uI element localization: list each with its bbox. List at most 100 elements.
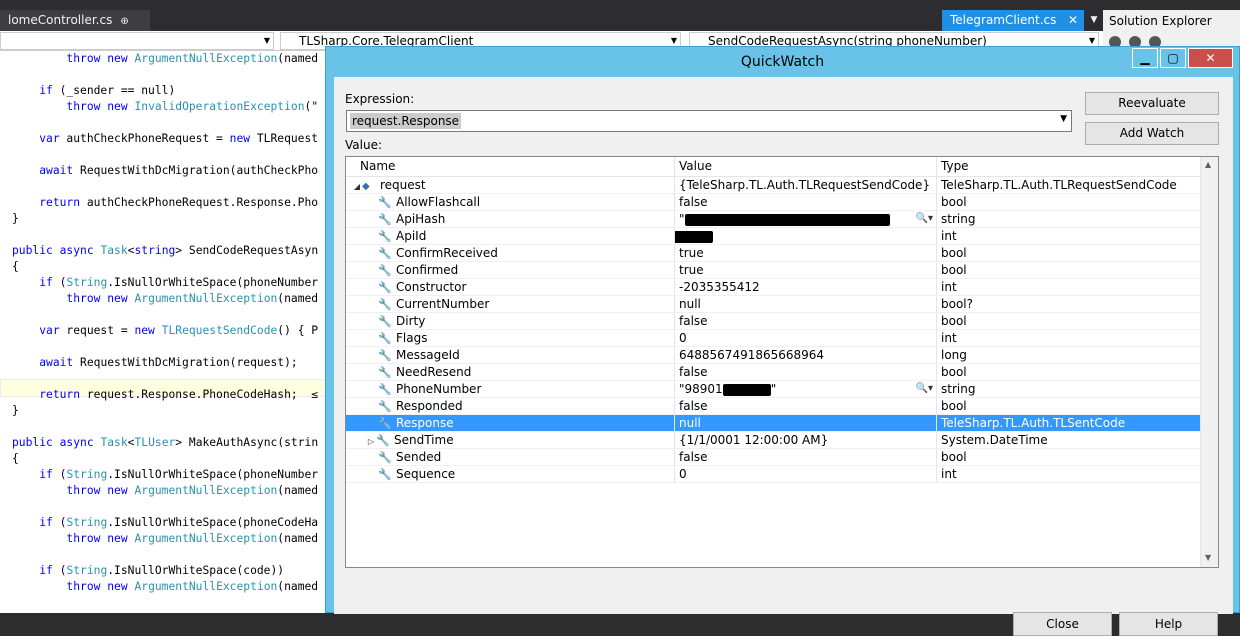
wrench-icon: 🔧 <box>378 332 392 345</box>
grid-row[interactable]: 🔧 PhoneNumber "98901 " 🔍▾ string <box>346 381 1201 398</box>
cell-value: true <box>675 245 937 262</box>
grid-row[interactable]: 🔧 CurrentNumber null bool? <box>346 296 1201 313</box>
property-type: bool <box>941 450 967 464</box>
close-window-button[interactable]: ✕ <box>1188 48 1233 68</box>
code-line: await RequestWithDcMigration(request); <box>39 356 298 369</box>
property-value: false <box>679 365 708 379</box>
project-dropdown[interactable]: ▼ <box>0 32 274 50</box>
reevaluate-button[interactable]: Reevaluate <box>1085 92 1219 115</box>
column-name[interactable]: Name <box>346 157 675 176</box>
grid-header: Name Value Type <box>346 157 1201 177</box>
grid-row[interactable]: 🔧 Flags 0 int <box>346 330 1201 347</box>
code-editor[interactable]: throw new ArgumentNullException(named if… <box>0 51 330 613</box>
cell-value: "98901 " 🔍▾ <box>675 381 937 398</box>
property-value: 0 <box>679 467 687 481</box>
cell-value <box>675 228 937 245</box>
code-line: if (String.IsNullOrWhiteSpace(phoneNumbe… <box>39 468 319 481</box>
expression-input[interactable]: request.Response ▼ <box>346 110 1072 132</box>
help-button[interactable]: Help <box>1119 612 1218 636</box>
magnifier-icon[interactable]: 🔍▾ <box>916 381 933 397</box>
chevron-down-icon[interactable]: ▼ <box>1060 114 1067 124</box>
cell-name: 🔧 PhoneNumber <box>346 381 675 398</box>
property-type: bool <box>941 365 967 379</box>
grid-row[interactable]: 🔧 Dirty false bool <box>346 313 1201 330</box>
grid-row[interactable]: 🔧 ApiId int <box>346 228 1201 245</box>
property-value: false <box>679 195 708 209</box>
property-name: SendTime <box>394 433 454 447</box>
grid-row[interactable]: 🔧 Responded false bool <box>346 398 1201 415</box>
property-value: false <box>679 399 708 413</box>
grid-row[interactable]: 🔧 Sended false bool <box>346 449 1201 466</box>
property-name: Dirty <box>396 314 426 328</box>
column-value[interactable]: Value <box>675 157 937 176</box>
tab-label: lomeController.cs <box>8 13 113 27</box>
property-type: bool? <box>941 297 974 311</box>
property-name: request <box>380 178 426 192</box>
property-type: bool <box>941 399 967 413</box>
cell-value: false <box>675 449 937 466</box>
tab-home-controller[interactable]: lomeController.cs ⊕ <box>0 10 150 31</box>
grid-row[interactable]: 🔧 AllowFlashcall false bool <box>346 194 1201 211</box>
grid-row[interactable]: 🔧 ConfirmReceived true bool <box>346 245 1201 262</box>
cell-value: {TeleSharp.TL.Auth.TLRequestSendCode} <box>675 177 937 194</box>
add-watch-button[interactable]: Add Watch <box>1085 122 1219 145</box>
tab-dropdown-icon[interactable]: ▼ <box>1087 12 1101 28</box>
grid-row[interactable]: ◢ ◆ request {TeleSharp.TL.Auth.TLRequestSen… <box>346 177 1201 194</box>
expand-icon[interactable]: ▷ <box>366 434 376 448</box>
collapse-icon[interactable]: ◢ <box>352 179 362 193</box>
grid-row[interactable]: 🔧 MessageId 6488567491865668964 long <box>346 347 1201 364</box>
grid-row[interactable]: ▷ 🔧 SendTime {1/1/0001 12:00:00 AM} System.D… <box>346 432 1201 449</box>
property-type: int <box>941 467 957 481</box>
property-type: int <box>941 229 957 243</box>
redaction-mark <box>684 213 890 226</box>
code-line: await RequestWithDcMigration(authCheckPh… <box>39 164 319 177</box>
cell-name: 🔧 ConfirmReceived <box>346 245 675 262</box>
code-line: if (String.IsNullOrWhiteSpace(phoneCodeH… <box>39 516 319 529</box>
property-name: MessageId <box>396 348 460 362</box>
close-button[interactable]: Close <box>1013 612 1112 636</box>
pin-icon[interactable]: ⊕ <box>120 16 128 27</box>
minimize-button[interactable]: ▁ <box>1132 48 1158 68</box>
scroll-up-icon[interactable]: ▲ <box>1205 160 1211 169</box>
cell-value: -2035355412 <box>675 279 937 296</box>
scroll-down-icon[interactable]: ▼ <box>1205 553 1211 562</box>
wrench-icon: 🔧 <box>378 366 392 379</box>
magnifier-icon[interactable]: 🔍▾ <box>916 211 933 227</box>
cell-value: 0 <box>675 466 937 483</box>
code-line: throw new ArgumentNullException(named <box>66 580 319 593</box>
cell-type: bool? <box>937 296 1201 313</box>
property-name: AllowFlashcall <box>396 195 481 209</box>
grid-row[interactable]: 🔧 ApiHash " 🔍▾ string <box>346 211 1201 228</box>
property-value: true <box>679 246 704 260</box>
grid-row[interactable]: 🔧 Constructor -2035355412 int <box>346 279 1201 296</box>
tab-telegram-client[interactable]: TelegramClient.cs ✕ <box>942 10 1084 31</box>
property-name: Response <box>396 416 454 430</box>
cell-type: TeleSharp.TL.Auth.TLRequestSendCode <box>937 177 1201 194</box>
value-grid[interactable]: Name Value Type ◢ ◆ request {TeleSharp.TL.A… <box>345 156 1219 568</box>
cell-name: 🔧 Dirty <box>346 313 675 330</box>
wrench-icon: 🔧 <box>378 281 392 294</box>
property-type: string <box>941 212 976 226</box>
property-name: Responded <box>396 399 463 413</box>
cell-type: TeleSharp.TL.Auth.TLSentCode <box>937 415 1201 432</box>
close-icon[interactable]: ✕ <box>1068 10 1078 31</box>
code-line: { <box>12 260 19 273</box>
vertical-scrollbar[interactable]: ▲ ▼ <box>1200 157 1218 567</box>
cell-type: string <box>937 381 1201 398</box>
wrench-icon: 🔧 <box>378 468 392 481</box>
property-name: NeedResend <box>396 365 472 379</box>
property-name: ApiHash <box>396 212 446 226</box>
code-line: } <box>12 212 19 225</box>
grid-row[interactable]: 🔧 Response null TeleSharp.TL.Auth.TLSentCod… <box>346 415 1201 432</box>
grid-row[interactable]: 🔧 NeedResend false bool <box>346 364 1201 381</box>
grid-row[interactable]: 🔧 Sequence 0 int <box>346 466 1201 483</box>
maximize-button[interactable]: ▢ <box>1160 48 1186 68</box>
code-line: public async Task<string> SendCodeReques… <box>12 244 319 257</box>
column-type[interactable]: Type <box>937 157 1201 176</box>
cell-value: {1/1/0001 12:00:00 AM} <box>675 432 937 449</box>
grid-row[interactable]: 🔧 Confirmed true bool <box>346 262 1201 279</box>
wrench-icon: 🔧 <box>378 264 392 277</box>
cell-type: bool <box>937 449 1201 466</box>
cell-name: 🔧 CurrentNumber <box>346 296 675 313</box>
document-tab-strip: lomeController.cs ⊕ TelegramClient.cs ✕ ▼ <box>0 0 1240 31</box>
